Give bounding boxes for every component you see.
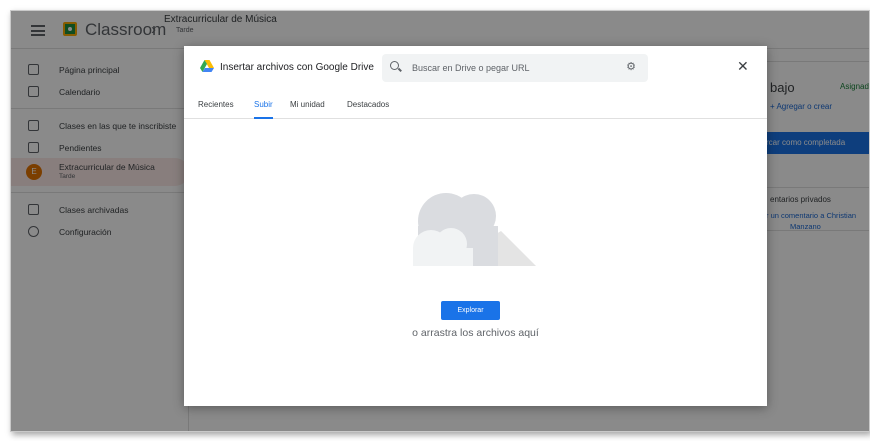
tab-starred[interactable]: Destacados (347, 100, 389, 119)
dialog-tabs: Recientes Subir Mi unidad Destacados (184, 96, 767, 119)
filter-options-icon[interactable]: ⚙ (626, 60, 636, 73)
search-icon (390, 61, 399, 70)
tab-my-drive[interactable]: Mi unidad (290, 100, 325, 119)
search-placeholder: Buscar en Drive o pegar URL (412, 63, 530, 73)
google-drive-icon (200, 60, 214, 72)
tab-recent[interactable]: Recientes (198, 100, 234, 119)
app-window: Classroom › Extracurricular de Música Ta… (10, 10, 870, 432)
explore-button[interactable]: Explorar (441, 301, 500, 320)
drive-picker-dialog: Insertar archivos con Google Drive Busca… (184, 46, 767, 406)
drive-search-input[interactable]: Buscar en Drive o pegar URL ⚙ (382, 54, 648, 82)
close-icon[interactable]: ✕ (737, 58, 749, 75)
upload-cloud-icon (413, 193, 536, 266)
dialog-title: Insertar archivos con Google Drive (220, 62, 374, 73)
tab-upload[interactable]: Subir (254, 100, 273, 119)
drag-hint: o arrastra los archivos aquí (412, 327, 539, 339)
